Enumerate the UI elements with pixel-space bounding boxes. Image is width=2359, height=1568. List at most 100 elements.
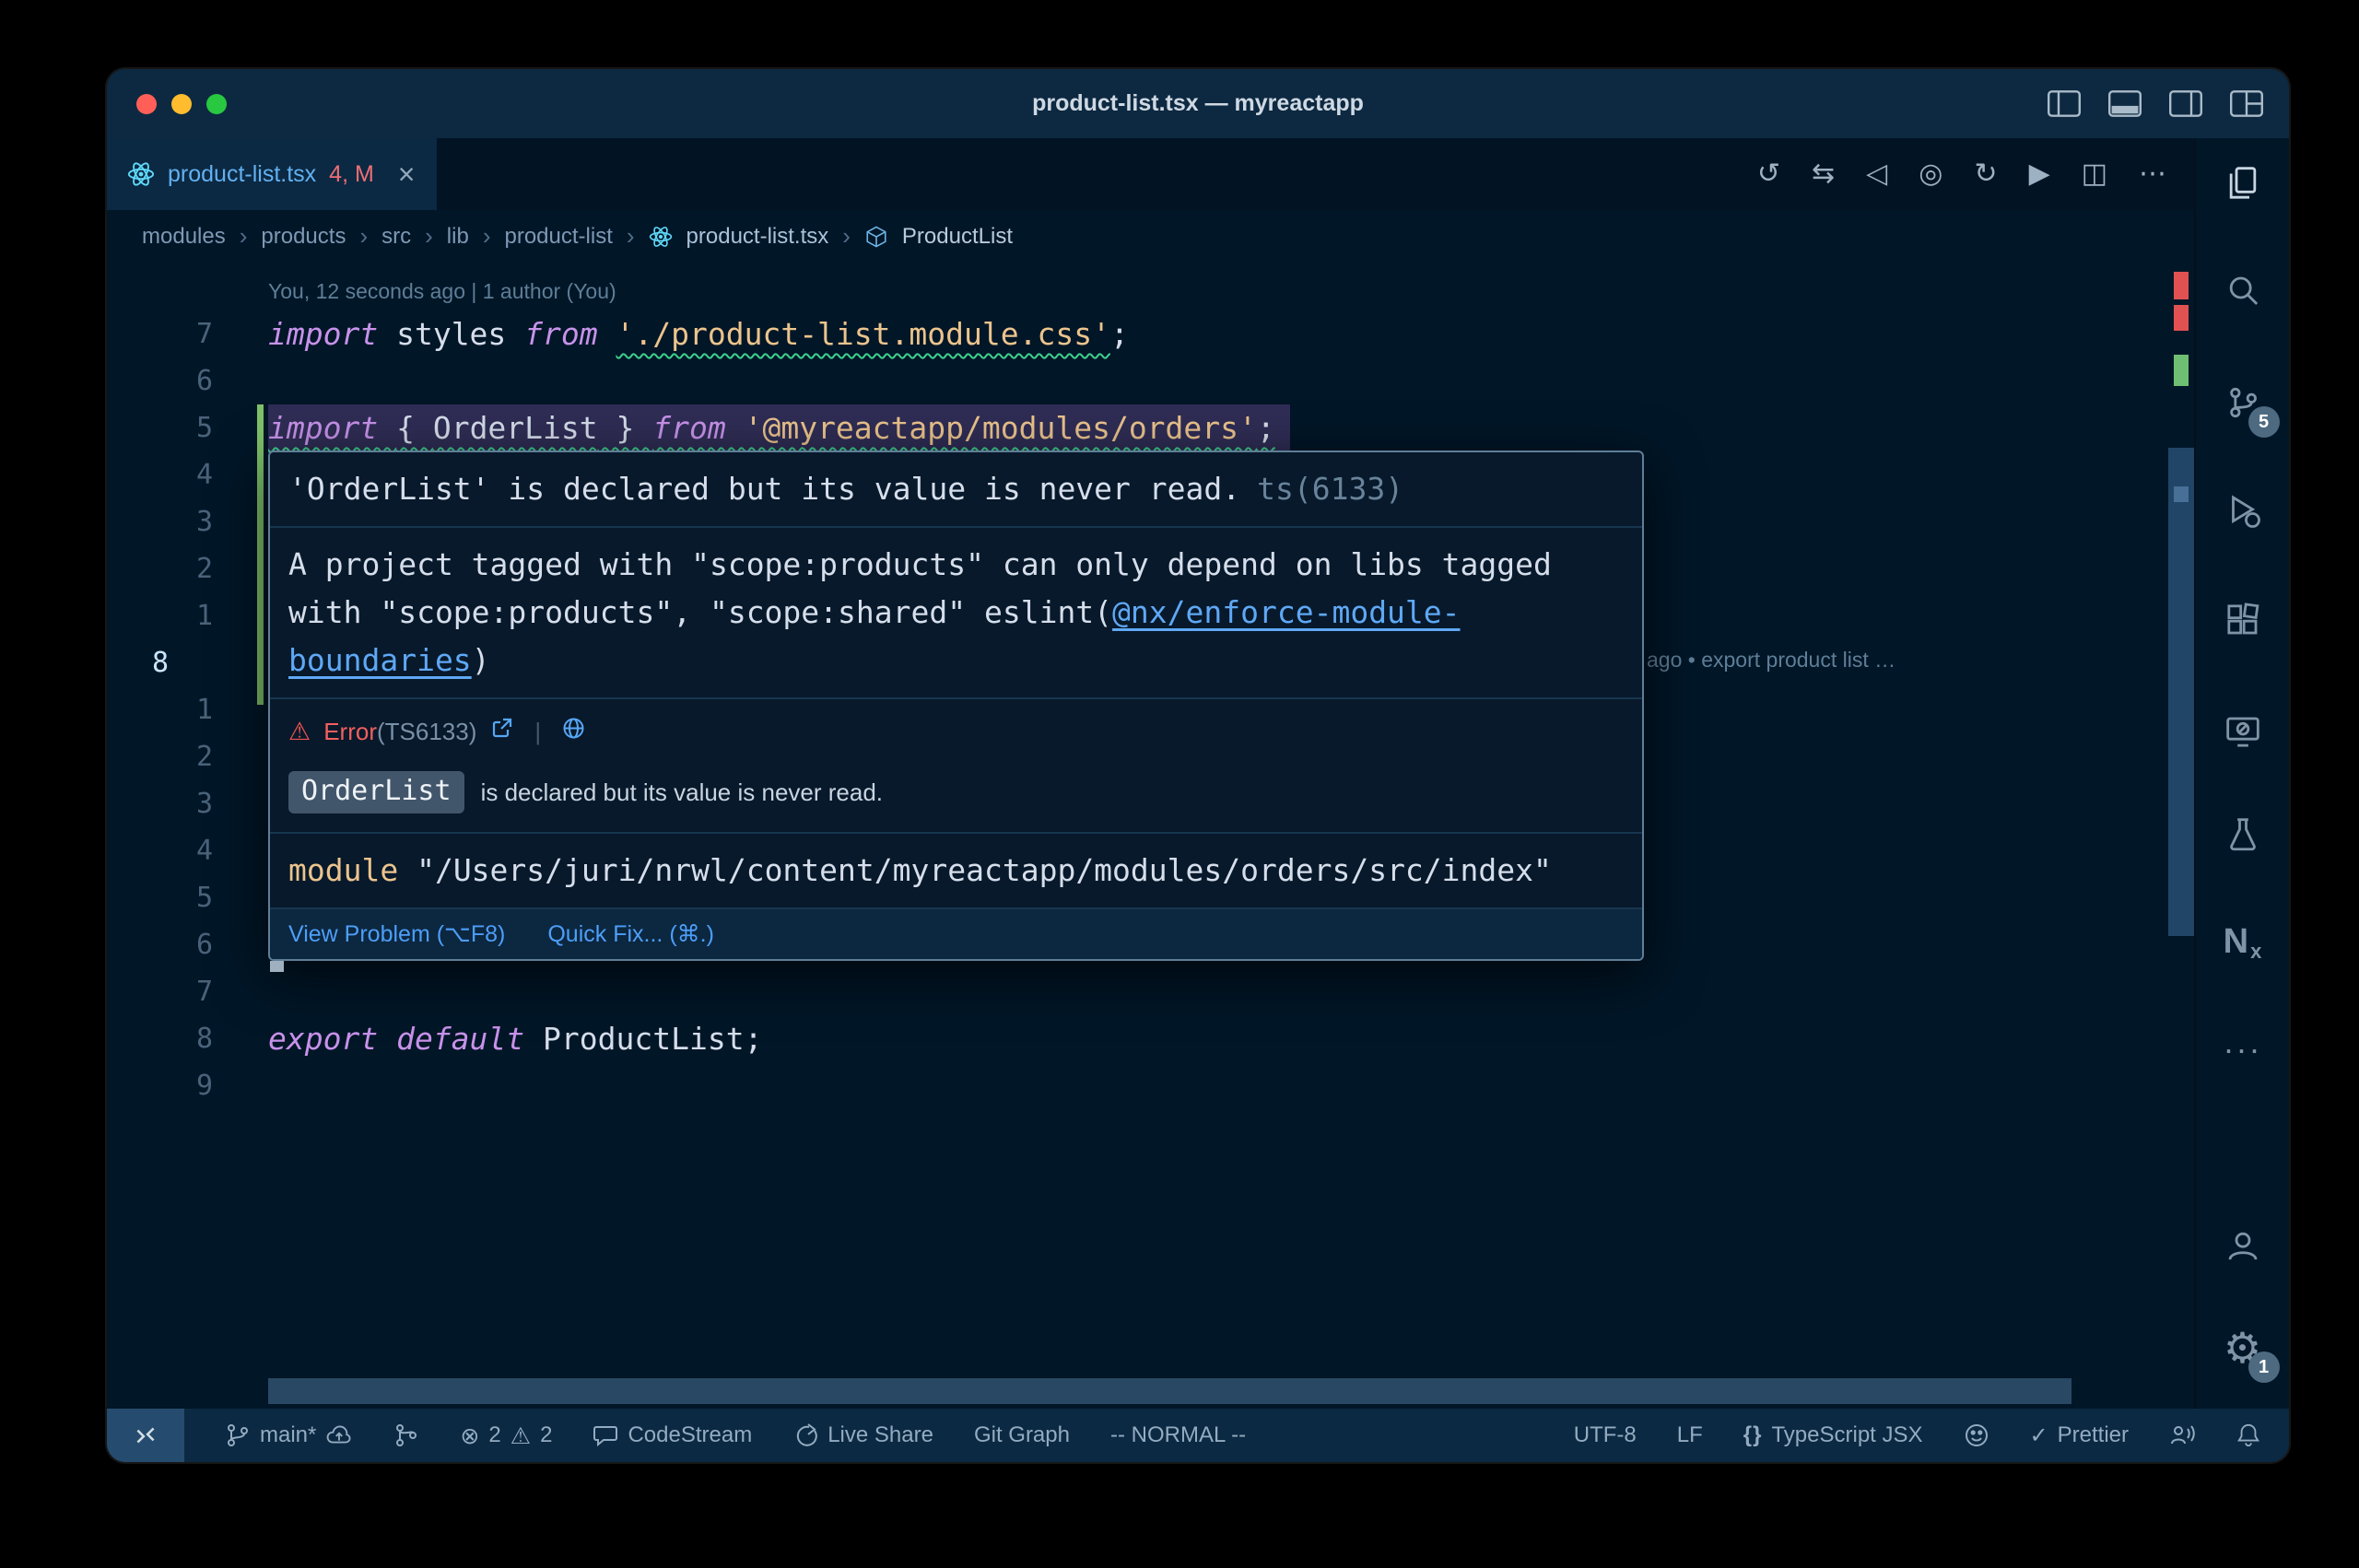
titlebar: product-list.tsx — myreactapp [107, 69, 2289, 138]
bell-icon [2236, 1422, 2261, 1448]
line-number: 8 [107, 1023, 213, 1055]
next-change-icon[interactable]: ↻ [1974, 160, 1997, 188]
toggle-primary-sidebar-icon[interactable] [2048, 90, 2081, 117]
chevron-right-icon: › [627, 222, 635, 251]
broadcast-account-status[interactable] [2169, 1422, 2195, 1448]
editor-actions: ↺ ⇆ ◁ ◎ ↻ ▶ ◫ ⋯ [1757, 138, 2194, 210]
branch-status[interactable]: main* [225, 1422, 353, 1448]
problems-status[interactable]: ⊗ 2 ⚠ 2 [460, 1422, 552, 1448]
line-number: 6 [107, 365, 213, 397]
vertical-scrollbar[interactable] [2168, 448, 2194, 936]
vim-mode-indicator[interactable]: -- NORMAL -- [1110, 1422, 1246, 1448]
feedback-status[interactable] [1964, 1422, 1989, 1448]
hover-error-section: ⚠ Error(TS6133) | OrderList [270, 697, 1642, 832]
hover-module-row: module "/Users/juri/nrwl/content/myreact… [270, 832, 1642, 907]
smiley-icon [1964, 1422, 1989, 1448]
hover-resize-grip[interactable] [270, 961, 284, 972]
source-control-icon[interactable]: 5 [2210, 369, 2276, 436]
line-number: 3 [107, 506, 213, 538]
timeline-icon[interactable]: ↺ [1757, 160, 1780, 188]
remote-indicator[interactable] [107, 1409, 184, 1462]
nx-console-icon[interactable]: Nx [2210, 908, 2276, 975]
encoding-status[interactable]: UTF-8 [1574, 1422, 1637, 1448]
line-number: 6 [107, 929, 213, 961]
codelens[interactable]: You, 12 seconds ago | 1 author (You) [107, 272, 2168, 310]
error-label: Error [323, 718, 377, 745]
testing-icon[interactable] [2210, 802, 2276, 868]
language-mode-status[interactable]: {} TypeScript JSX [1743, 1422, 1923, 1448]
tab-decoration: 4, M [329, 161, 374, 188]
tab-product-list[interactable]: product-list.tsx 4, M × [107, 138, 437, 210]
workbench: product-list.tsx 4, M × ↺ ⇆ ◁ ◎ ↻ ▶ ◫ ⋯ … [107, 138, 2289, 1409]
more-actions-icon[interactable]: ⋯ [2139, 160, 2166, 188]
traffic-lights [136, 69, 227, 138]
git-graph-status[interactable]: Git Graph [974, 1422, 1070, 1448]
code-line: 7 [107, 968, 2168, 1015]
braces-icon: {} [1743, 1422, 1763, 1448]
codestream-status[interactable]: CodeStream [593, 1422, 752, 1448]
horizontal-scrollbar[interactable] [268, 1378, 2071, 1404]
breadcrumb-file[interactable]: product-list.tsx [687, 224, 829, 250]
code-line: 5 import { OrderList } from '@myreactapp… [107, 404, 2168, 451]
code-editor[interactable]: You, 12 seconds ago | 1 author (You) 7 i… [107, 263, 2194, 1409]
codestream-icon [593, 1422, 618, 1448]
remote-icon [132, 1422, 159, 1449]
error-code: (TS6133) [377, 718, 476, 745]
remote-explorer-icon[interactable] [2210, 698, 2276, 765]
hover-eslint-diagnostic: A project tagged with "scope:products" c… [270, 526, 1642, 697]
breadcrumb-item[interactable]: product-list [504, 224, 612, 250]
toggle-blame-icon[interactable]: ◎ [1919, 160, 1942, 188]
hover-ts-diagnostic: 'OrderList' is declared but its value is… [270, 452, 1642, 526]
source-control-graph-status[interactable] [393, 1422, 419, 1448]
settings-gear-icon[interactable]: ⚙ 1 [2210, 1315, 2276, 1381]
status-bar: main* ⊗ 2 ⚠ 2 CodeStream Live Share Git … [107, 1409, 2289, 1462]
breadcrumb-item[interactable]: products [261, 224, 346, 250]
view-problem-link[interactable]: View Problem (⌥F8) [288, 920, 505, 948]
breadcrumb-symbol[interactable]: ProductList [902, 224, 1013, 250]
breadcrumb-item[interactable]: src [381, 224, 411, 250]
code-line: 7 import styles from './product-list.mod… [107, 310, 2168, 357]
publish-cloud-icon [325, 1424, 353, 1446]
run-file-icon[interactable]: ▶ [2029, 160, 2050, 188]
minimize-window-button[interactable] [171, 94, 192, 114]
git-compare-icon[interactable]: ⇆ [1812, 160, 1835, 188]
open-external-icon[interactable] [489, 716, 514, 747]
code-line: 6 [107, 357, 2168, 404]
chevron-right-icon: › [425, 222, 433, 251]
pretty-error-row: OrderList is declared but its value is n… [288, 771, 1624, 819]
close-window-button[interactable] [136, 94, 157, 114]
extensions-icon[interactable] [2210, 587, 2276, 653]
eol-status[interactable]: LF [1677, 1422, 1703, 1448]
notifications-status[interactable] [2236, 1422, 2261, 1448]
quick-fix-link[interactable]: Quick Fix... (⌘.) [547, 920, 714, 948]
live-share-status[interactable]: Live Share [792, 1422, 933, 1448]
toggle-panel-icon[interactable] [2108, 90, 2142, 117]
search-icon[interactable] [2210, 258, 2276, 324]
customize-layout-icon[interactable] [2230, 90, 2263, 117]
prettier-status[interactable]: ✓ Prettier [2030, 1422, 2129, 1449]
added-mark [2174, 355, 2189, 386]
errors-icon: ⊗ [460, 1424, 479, 1447]
previous-change-icon[interactable]: ◁ [1866, 160, 1887, 188]
error-mark [2174, 305, 2189, 331]
split-editor-icon[interactable]: ◫ [2082, 160, 2107, 188]
zoom-window-button[interactable] [206, 94, 227, 114]
person-broadcast-icon [2169, 1422, 2195, 1448]
titlebar-actions [2048, 69, 2263, 138]
line-number: 1 [107, 600, 213, 632]
account-icon[interactable] [2210, 1212, 2276, 1279]
window-title: product-list.tsx — myreactapp [107, 90, 2289, 117]
codelens-partial[interactable]: ago • export product list … [1647, 648, 1895, 673]
breadcrumb: modules › products › src › lib › product… [107, 210, 2194, 263]
globe-icon[interactable] [561, 716, 586, 747]
error-mark [2174, 272, 2189, 299]
run-debug-icon[interactable] [2210, 477, 2276, 544]
breadcrumb-item[interactable]: lib [447, 224, 469, 250]
explorer-icon[interactable] [2210, 150, 2276, 216]
more-views-icon[interactable]: ··· [2210, 1016, 2276, 1082]
toggle-secondary-sidebar-icon[interactable] [2169, 90, 2202, 117]
breadcrumb-item[interactable]: modules [142, 224, 226, 250]
line-number: 5 [107, 882, 213, 914]
code-text: import styles from './product-list.modul… [268, 316, 1129, 352]
tab-close-icon[interactable]: × [398, 159, 416, 189]
